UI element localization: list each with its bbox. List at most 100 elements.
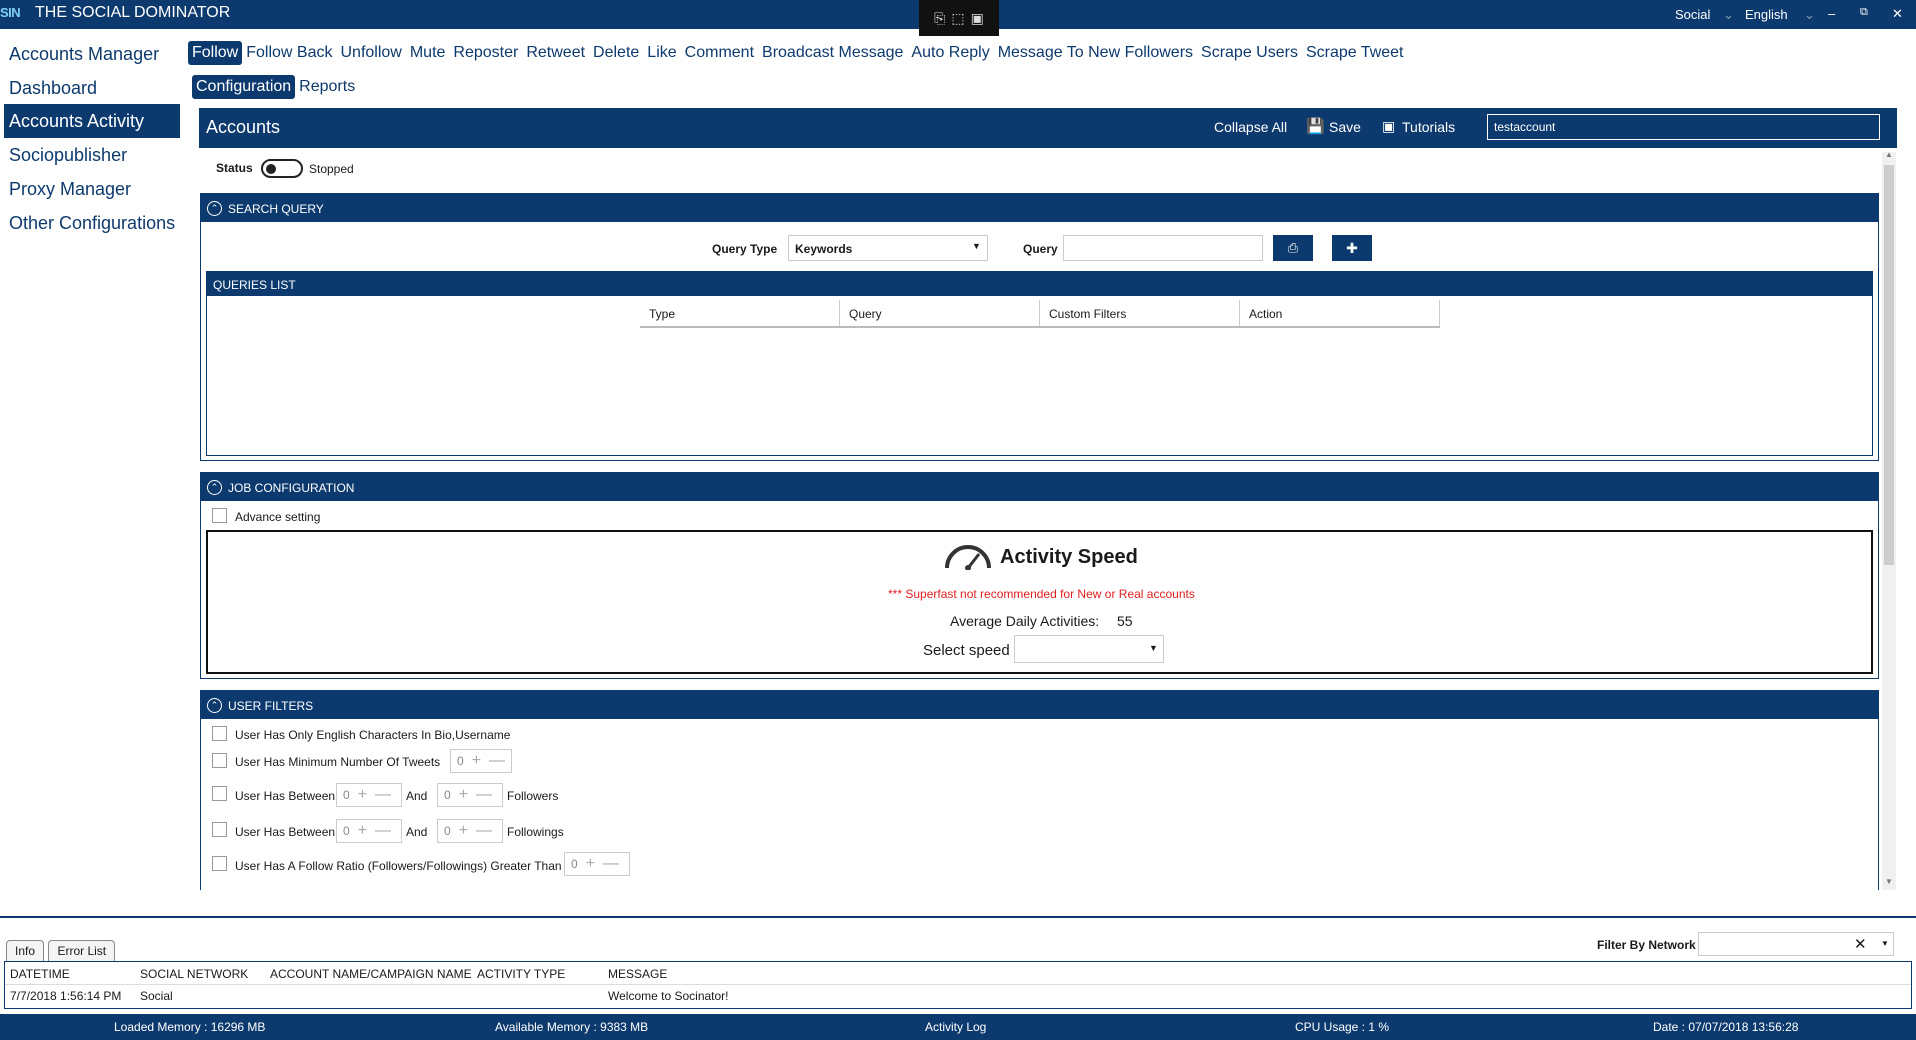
- select-speed-dropdown[interactable]: ▼: [1014, 635, 1164, 663]
- account-selector-input[interactable]: [1487, 114, 1880, 140]
- save-button[interactable]: Save: [1329, 119, 1361, 135]
- tab-follow-back[interactable]: Follow Back: [242, 41, 336, 65]
- minus-icon[interactable]: —: [375, 786, 391, 804]
- tutorials-button[interactable]: Tutorials: [1402, 119, 1455, 135]
- collapse-icon[interactable]: ⌃: [207, 201, 222, 216]
- language-selector[interactable]: English: [1745, 7, 1788, 22]
- tab-scrape-tweet[interactable]: Scrape Tweet: [1302, 41, 1408, 65]
- plus-icon[interactable]: +: [358, 786, 367, 804]
- collapse-icon[interactable]: ⌃: [207, 480, 222, 495]
- column-type[interactable]: Type: [640, 300, 840, 326]
- tab-scrape-users[interactable]: Scrape Users: [1197, 41, 1302, 65]
- nav-accounts-manager[interactable]: Accounts Manager: [4, 37, 180, 71]
- tab-follow[interactable]: Follow: [188, 41, 243, 65]
- status-toggle[interactable]: [261, 159, 303, 178]
- user-filters-header[interactable]: ⌃ USER FILTERS: [201, 691, 1878, 719]
- minus-icon[interactable]: —: [476, 786, 492, 804]
- plus-icon[interactable]: +: [358, 822, 367, 840]
- followings-max-stepper[interactable]: 0 + —: [437, 819, 503, 843]
- follow-ratio-checkbox[interactable]: [212, 856, 227, 871]
- nav-other-configurations[interactable]: Other Configurations: [4, 206, 180, 240]
- min-tweets-stepper[interactable]: 0 + —: [450, 749, 512, 773]
- app-logo: SIN: [0, 5, 21, 20]
- followings-min-stepper[interactable]: 0 + —: [336, 819, 402, 843]
- tab-auto-reply[interactable]: Auto Reply: [907, 41, 993, 65]
- nav-proxy-manager[interactable]: Proxy Manager: [4, 172, 180, 206]
- clear-icon[interactable]: ✕: [1854, 935, 1867, 953]
- scroll-down-icon[interactable]: ▼: [1885, 877, 1893, 886]
- average-daily-value: 55: [1117, 613, 1133, 629]
- minimize-button[interactable]: –: [1828, 6, 1835, 21]
- followings-between-checkbox[interactable]: [212, 822, 227, 837]
- tab-retweet[interactable]: Retweet: [522, 41, 589, 65]
- minus-icon[interactable]: —: [603, 855, 619, 873]
- column-message[interactable]: MESSAGE: [608, 967, 667, 981]
- collapse-icon[interactable]: ⌃: [207, 698, 222, 713]
- restore-button[interactable]: ⧉: [1860, 6, 1868, 19]
- column-datetime[interactable]: DATETIME: [10, 967, 70, 981]
- tab-mute[interactable]: Mute: [406, 41, 450, 65]
- column-account-name[interactable]: ACCOUNT NAME/CAMPAIGN NAME: [270, 967, 472, 981]
- english-chars-checkbox[interactable]: [212, 726, 227, 741]
- query-type-select[interactable]: Keywords ▼: [788, 235, 988, 261]
- advance-setting-checkbox[interactable]: [212, 508, 227, 523]
- dropdown-arrow-icon: ▼: [1149, 643, 1158, 653]
- minus-icon[interactable]: —: [489, 752, 505, 770]
- record-icon[interactable]: ⎘: [934, 10, 945, 27]
- pointer-icon[interactable]: ⬚: [951, 10, 964, 27]
- network-selector[interactable]: Social: [1675, 7, 1710, 22]
- followers-max-stepper[interactable]: 0 + —: [437, 783, 503, 807]
- scroll-up-icon[interactable]: ▲: [1885, 150, 1893, 159]
- tab-unfollow[interactable]: Unfollow: [336, 41, 405, 65]
- filter-by-network-select[interactable]: ✕ ▼: [1698, 932, 1894, 956]
- tab-error-list[interactable]: Error List: [48, 940, 116, 961]
- search-query-header[interactable]: ⌃ SEARCH QUERY: [201, 194, 1878, 222]
- min-tweets-checkbox[interactable]: [212, 753, 227, 768]
- tab-reposter[interactable]: Reposter: [449, 41, 522, 65]
- filter-by-network-label: Filter By Network: [1597, 938, 1696, 952]
- fullscreen-icon[interactable]: ▣: [971, 10, 984, 27]
- nav-sociopublisher[interactable]: Sociopublisher: [4, 138, 180, 172]
- column-custom-filters[interactable]: Custom Filters: [1040, 300, 1240, 326]
- stepper-value: 0: [457, 754, 464, 768]
- status-bar: Loaded Memory : 16296 MB Available Memor…: [0, 1014, 1916, 1040]
- tab-reports[interactable]: Reports: [295, 75, 359, 99]
- collapse-all-button[interactable]: Collapse All: [1214, 119, 1287, 135]
- job-config-header[interactable]: ⌃ JOB CONFIGURATION: [201, 473, 1878, 501]
- log-message: Welcome to Socinator!: [608, 989, 729, 1003]
- plus-icon[interactable]: +: [459, 822, 468, 840]
- stepper-value: 0: [444, 788, 451, 802]
- query-input[interactable]: [1063, 235, 1263, 261]
- add-icon: ✚: [1346, 240, 1358, 256]
- scrollbar-thumb[interactable]: [1884, 165, 1894, 565]
- import-query-button[interactable]: ⎙: [1273, 235, 1313, 261]
- follow-ratio-stepper[interactable]: 0 + —: [564, 852, 630, 876]
- log-row[interactable]: 7/7/2018 1:56:14 PM Social Welcome to So…: [5, 986, 1911, 1008]
- tab-message-new-followers[interactable]: Message To New Followers: [994, 41, 1197, 65]
- followers-between-checkbox[interactable]: [212, 786, 227, 801]
- column-social-network[interactable]: SOCIAL NETWORK: [140, 967, 248, 981]
- column-activity-type[interactable]: ACTIVITY TYPE: [477, 967, 565, 981]
- accounts-label: Accounts: [206, 117, 281, 137]
- tab-like[interactable]: Like: [643, 41, 680, 65]
- nav-accounts-activity[interactable]: Accounts Activity: [4, 104, 180, 138]
- column-query[interactable]: Query: [840, 300, 1040, 326]
- plus-icon[interactable]: +: [472, 752, 481, 770]
- column-action[interactable]: Action: [1240, 300, 1440, 326]
- screen-capture-toolbar: ⎘ ⬚ ▣: [919, 0, 999, 36]
- plus-icon[interactable]: +: [586, 855, 595, 873]
- query-type-label: Query Type: [712, 242, 778, 256]
- add-query-button[interactable]: ✚: [1332, 235, 1372, 261]
- tab-delete[interactable]: Delete: [589, 41, 643, 65]
- plus-icon[interactable]: +: [459, 786, 468, 804]
- followers-min-stepper[interactable]: 0 + —: [336, 783, 402, 807]
- close-button[interactable]: ✕: [1892, 6, 1903, 22]
- tab-info[interactable]: Info: [6, 940, 45, 961]
- minus-icon[interactable]: —: [476, 822, 492, 840]
- tab-comment[interactable]: Comment: [681, 41, 758, 65]
- tab-configuration[interactable]: Configuration: [192, 75, 296, 99]
- tab-broadcast-message[interactable]: Broadcast Message: [758, 41, 907, 65]
- chevron-down-icon: ⌄: [1723, 7, 1734, 22]
- minus-icon[interactable]: —: [375, 822, 391, 840]
- nav-dashboard[interactable]: Dashboard: [4, 71, 180, 105]
